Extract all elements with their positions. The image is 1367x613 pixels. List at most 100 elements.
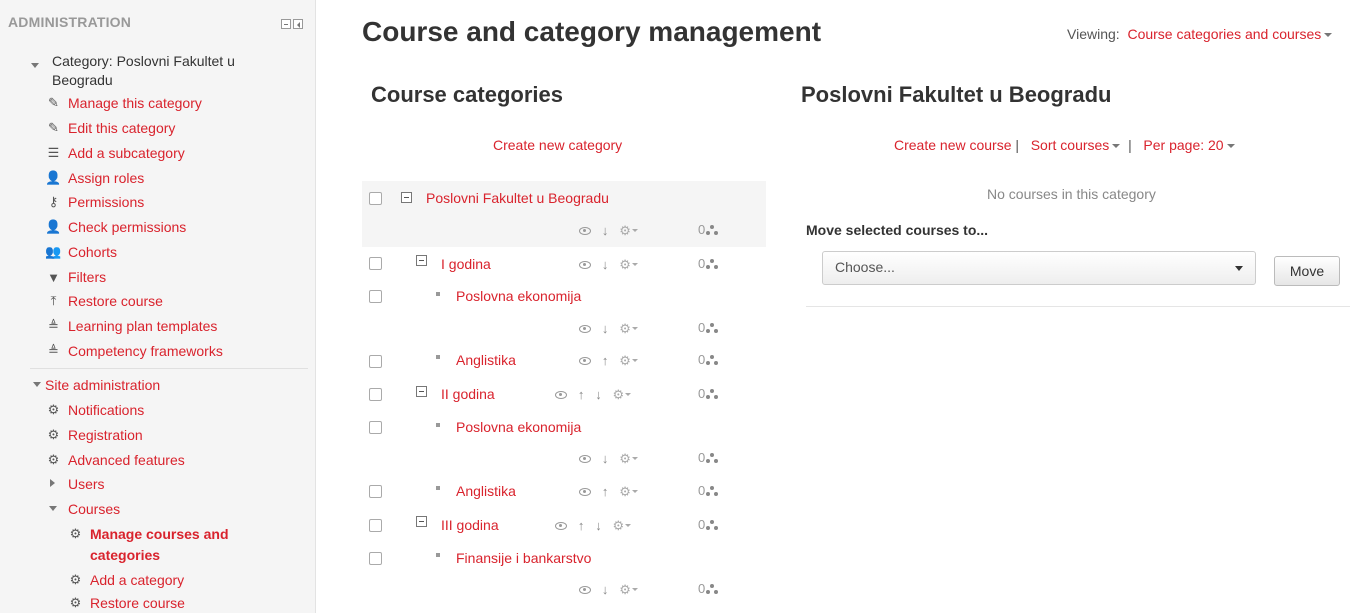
caret-down-icon[interactable] xyxy=(1226,144,1235,149)
viewing-dropdown[interactable]: Course categories and courses xyxy=(1127,26,1321,42)
eye-icon[interactable] xyxy=(579,487,591,496)
nav-courses[interactable]: Courses xyxy=(68,499,120,519)
arrow-down-icon[interactable]: ↓ xyxy=(602,257,609,272)
nav-label[interactable]: Restore course xyxy=(90,595,185,611)
category-checkbox[interactable] xyxy=(369,355,382,368)
nav-label[interactable]: Restore course xyxy=(68,293,163,309)
nav-label[interactable]: Learning plan templates xyxy=(68,318,217,334)
nav-permissions[interactable]: ⚷ Permissions xyxy=(45,192,145,212)
gear-icon[interactable]: ⚙ xyxy=(619,223,631,239)
collapse-icon[interactable] xyxy=(281,19,291,29)
arrow-up-icon[interactable]: ↑ xyxy=(578,387,585,402)
nav-edit-this-category[interactable]: ✎ Edit this category xyxy=(45,118,175,138)
gear-icon[interactable]: ⚙ xyxy=(619,582,631,598)
nav-label[interactable]: Cohorts xyxy=(68,244,117,260)
arrow-down-icon[interactable]: ↓ xyxy=(602,582,609,597)
category-actions[interactable]: ↓ ⚙ xyxy=(579,222,638,239)
category-checkbox[interactable] xyxy=(369,519,382,532)
nav-label[interactable]: Assign roles xyxy=(68,170,144,186)
nav-add-a-category[interactable]: ⚙ Add a category xyxy=(67,570,185,590)
move-button[interactable]: Move xyxy=(1274,256,1340,286)
expand-icon[interactable] xyxy=(31,63,39,68)
nav-registration[interactable]: ⚙ Registration xyxy=(45,425,143,445)
collapse-icon[interactable] xyxy=(416,386,427,397)
expand-icon[interactable] xyxy=(33,382,41,387)
nav-label[interactable]: Advanced features xyxy=(68,452,185,468)
category-actions[interactable]: ↑ ⚙ xyxy=(579,483,638,500)
per-page-dropdown[interactable]: Per page: 20 xyxy=(1143,137,1223,153)
nav-restore-course[interactable]: ⤒ Restore course xyxy=(45,291,163,311)
eye-icon[interactable] xyxy=(555,390,567,399)
nav-learning-plan-templates[interactable]: ≜ Learning plan templates xyxy=(45,316,217,336)
category-name[interactable]: Poslovna ekonomija xyxy=(456,288,581,304)
expand-icon[interactable] xyxy=(49,506,57,511)
caret-down-icon[interactable] xyxy=(631,457,638,461)
collapse-icon[interactable] xyxy=(416,255,427,266)
nav-label-active[interactable]: categories xyxy=(90,547,160,563)
arrow-down-icon[interactable]: ↓ xyxy=(602,321,609,336)
eye-icon[interactable] xyxy=(579,324,591,333)
nav-add-subcategory[interactable]: ☰ Add a subcategory xyxy=(45,143,185,163)
eye-icon[interactable] xyxy=(555,521,567,530)
nav-label[interactable]: Courses xyxy=(68,501,120,517)
category-checkbox[interactable] xyxy=(369,421,382,434)
category-actions[interactable]: ↑ ↓ ⚙ xyxy=(555,386,632,403)
nav-label[interactable]: Check permissions xyxy=(68,219,186,235)
nav-label[interactable]: Users xyxy=(68,476,105,492)
nav-check-permissions[interactable]: 👤 Check permissions xyxy=(45,217,186,237)
nav-manage-courses-cont[interactable]: categories xyxy=(90,545,160,565)
caret-down-icon[interactable] xyxy=(625,393,632,397)
nav-label[interactable]: Competency frameworks xyxy=(68,343,223,359)
nav-competency-frameworks[interactable]: ≜ Competency frameworks xyxy=(45,341,223,361)
nav-cohorts[interactable]: 👥 Cohorts xyxy=(45,242,117,262)
gear-icon[interactable]: ⚙ xyxy=(619,353,631,369)
nav-site-administration[interactable]: Site administration xyxy=(45,375,160,395)
category-name[interactable]: III godina xyxy=(441,517,499,533)
eye-icon[interactable] xyxy=(579,454,591,463)
caret-down-icon[interactable] xyxy=(631,263,638,267)
nav-label[interactable]: Registration xyxy=(68,427,143,443)
caret-down-icon[interactable] xyxy=(631,490,638,494)
nav-label[interactable]: Add a category xyxy=(90,572,184,588)
category-name[interactable]: Finansije i bankarstvo xyxy=(456,550,591,566)
category-checkbox[interactable] xyxy=(369,257,382,270)
arrow-down-icon[interactable]: ↓ xyxy=(595,518,602,533)
category-checkbox[interactable] xyxy=(369,388,382,401)
eye-icon[interactable] xyxy=(579,260,591,269)
nav-label[interactable]: Add a subcategory xyxy=(68,145,185,161)
viewing-selector[interactable]: Viewing: Course categories and courses xyxy=(1067,26,1333,42)
arrow-down-icon[interactable]: ↓ xyxy=(602,451,609,466)
gear-icon[interactable]: ⚙ xyxy=(613,387,625,403)
category-name[interactable]: I godina xyxy=(441,256,491,272)
category-name[interactable]: II godina xyxy=(441,386,495,402)
dock-icon[interactable] xyxy=(293,19,303,29)
nav-users[interactable]: Users xyxy=(68,474,105,494)
category-node-label[interactable]: Category: Poslovni Fakultet u xyxy=(52,52,235,70)
nav-label[interactable]: Permissions xyxy=(68,194,144,210)
nav-manage-courses-and-categories[interactable]: ⚙ Manage courses and xyxy=(67,524,229,544)
arrow-up-icon[interactable]: ↑ xyxy=(602,484,609,499)
caret-down-icon[interactable] xyxy=(631,327,638,331)
expand-right-icon[interactable] xyxy=(50,479,55,487)
caret-down-icon[interactable] xyxy=(1112,144,1121,149)
caret-down-icon[interactable] xyxy=(1324,33,1333,38)
category-name[interactable]: Poslovni Fakultet u Beogradu xyxy=(426,190,609,206)
category-node-label-cont[interactable]: Beogradu xyxy=(52,71,113,89)
nav-assign-roles[interactable]: 👤 Assign roles xyxy=(45,168,144,188)
nav-manage-this-category[interactable]: ✎ Manage this category xyxy=(45,93,202,113)
caret-down-icon[interactable] xyxy=(631,588,638,592)
category-actions[interactable]: ↓ ⚙ xyxy=(579,256,638,273)
caret-down-icon[interactable] xyxy=(625,524,632,528)
category-checkbox[interactable] xyxy=(369,485,382,498)
category-name[interactable]: Poslovna ekonomija xyxy=(456,419,581,435)
category-checkbox[interactable] xyxy=(369,290,382,303)
move-category-select[interactable]: Choose... xyxy=(822,251,1256,285)
category-actions[interactable]: ↓ ⚙ xyxy=(579,581,638,598)
sort-courses-dropdown[interactable]: Sort courses xyxy=(1031,137,1110,153)
arrow-up-icon[interactable]: ↑ xyxy=(602,353,609,368)
nav-label[interactable]: Filters xyxy=(68,269,106,285)
category-checkbox[interactable] xyxy=(369,552,382,565)
gear-icon[interactable]: ⚙ xyxy=(619,451,631,467)
eye-icon[interactable] xyxy=(579,356,591,365)
gear-icon[interactable]: ⚙ xyxy=(619,257,631,273)
